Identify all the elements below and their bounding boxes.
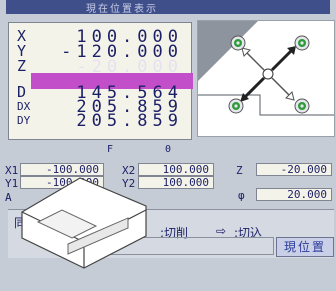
z-field[interactable]: -20.000 xyxy=(256,163,332,176)
z-label: Z xyxy=(236,164,243,177)
spindle-marker-icon xyxy=(294,35,310,51)
feed-value: 0 xyxy=(165,144,172,155)
y2-field[interactable]: 100.000 xyxy=(138,176,214,189)
title-bar: 現在位置表示 xyxy=(6,0,330,14)
stat-value: 205.859 xyxy=(76,111,183,131)
arrow-icon: ⇨ xyxy=(216,224,227,238)
screen-title: 現在位置表示 xyxy=(86,4,158,14)
arrow-down-right xyxy=(271,77,291,97)
phi-label: φ xyxy=(238,189,245,202)
y1-field[interactable]: -100.000 xyxy=(20,176,104,189)
bottom-frame xyxy=(108,237,274,255)
arrow-up-right xyxy=(270,48,294,72)
diagram-svg xyxy=(198,21,334,116)
sync-mode-label: 同期 xyxy=(14,216,39,230)
spindle-marker-icon xyxy=(294,98,310,114)
x2-label: X2 xyxy=(122,164,136,177)
stat-label: DY xyxy=(17,114,31,127)
y2-label: Y2 xyxy=(122,177,136,190)
x2-field[interactable]: 100.000 xyxy=(138,163,214,176)
coord-label: Z xyxy=(17,57,27,75)
spindle-marker-icon xyxy=(228,98,244,114)
x1-field[interactable]: -100.000 xyxy=(20,163,104,176)
profile-line xyxy=(198,94,334,116)
coord-row-z: Z -20.000 xyxy=(9,57,191,77)
x1-label: X1 xyxy=(5,164,19,177)
coordinate-panel: X 100.000 Y -120.000 Z -20.000 D 145.564… xyxy=(8,22,193,155)
center-circle xyxy=(262,68,274,80)
arrow-up-left xyxy=(245,51,265,71)
phi-field[interactable]: 20.000 xyxy=(256,188,332,201)
cnc-screen: 現在位置表示 X 100.000 Y -120.000 Z -20.000 D … xyxy=(0,0,336,291)
tool-motion-diagram xyxy=(197,20,335,137)
feed-label: F xyxy=(107,144,114,155)
spindle-marker-icon xyxy=(230,35,246,51)
a-label: A xyxy=(5,191,12,204)
stat-row-dy: DY 205.859 xyxy=(9,111,191,131)
y1-label: Y1 xyxy=(5,177,19,190)
current-position-button[interactable]: 現位置 xyxy=(276,237,334,257)
coord-value: -20.000 xyxy=(61,57,183,77)
